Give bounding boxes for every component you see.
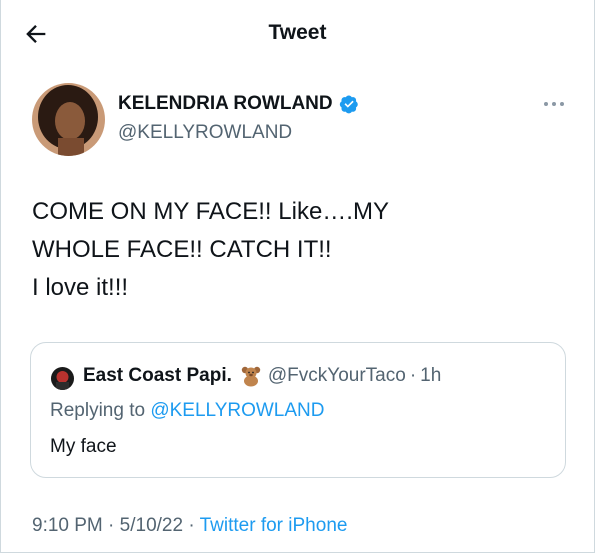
page-title: Tweet	[268, 21, 327, 44]
author-name[interactable]: KELENDRIA ROWLAND	[118, 93, 359, 115]
author-name-label: KELENDRIA ROWLAND	[118, 93, 333, 114]
meta-separator: ·	[188, 515, 195, 536]
quoted-header: East Coast Papi. @FvckYourTaco · 1h	[83, 365, 441, 387]
replying-to-link[interactable]: @KELLYROWLAND	[150, 400, 324, 421]
quoted-name[interactable]: East Coast Papi.	[83, 365, 232, 387]
quoted-handle[interactable]: @FvckYourTaco	[268, 365, 406, 387]
replying-to: Replying to @KELLYROWLAND	[50, 400, 325, 422]
teddy-bear-icon	[240, 365, 262, 387]
tweet-date[interactable]: 5/10/22	[120, 515, 183, 536]
tweet-time[interactable]: 9:10 PM	[32, 515, 103, 536]
quoted-text: My face	[50, 436, 117, 457]
quoted-time[interactable]: 1h	[420, 365, 441, 387]
page-header: Tweet	[0, 0, 595, 70]
tweet-text: COME ON MY FACE!! Like….MY WHOLE FACE!! …	[32, 198, 389, 301]
tweet-source[interactable]: Twitter for iPhone	[200, 515, 348, 536]
quoted-separator: ·	[409, 365, 417, 386]
quoted-avatar[interactable]	[51, 367, 74, 390]
quoted-tweet[interactable]: East Coast Papi. @FvckYourTaco · 1h Repl…	[30, 342, 566, 478]
avatar[interactable]	[32, 83, 105, 156]
meta-separator: ·	[108, 515, 115, 536]
replying-to-prefix: Replying to	[50, 400, 146, 421]
tweet-meta: 9:10 PM · 5/10/22 · Twitter for iPhone	[32, 515, 347, 537]
more-options-icon[interactable]	[541, 96, 567, 112]
author-handle[interactable]: @KELLYROWLAND	[118, 122, 292, 144]
verified-badge-icon	[339, 95, 358, 114]
